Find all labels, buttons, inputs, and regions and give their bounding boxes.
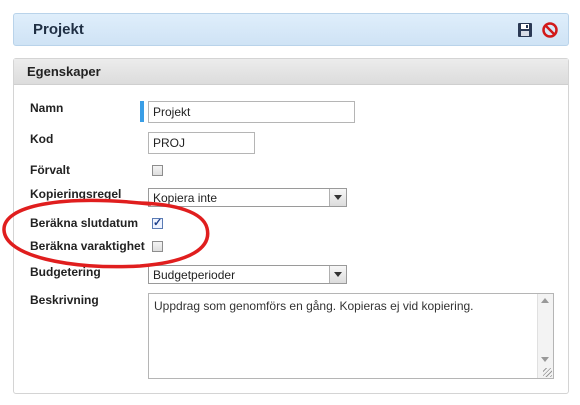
calc-end-date-label: Beräkna slutdatum (30, 216, 139, 230)
copy-rule-label: Kopieringsregel (30, 187, 122, 201)
description-label: Beskrivning (30, 293, 99, 307)
required-marker (140, 101, 144, 122)
panel-title: Egenskaper (27, 64, 101, 79)
panel-header: Egenskaper (14, 59, 568, 85)
textarea-scrollbar[interactable] (537, 294, 553, 378)
name-label: Namn (30, 101, 64, 115)
budgeting-label: Budgetering (30, 265, 101, 279)
calc-duration-label: Beräkna varaktighet (30, 239, 145, 253)
code-input[interactable] (148, 132, 255, 154)
properties-panel: Egenskaper Namn Kod Förvalt Kopieringsre… (13, 58, 569, 394)
copy-rule-value: Kopiera inte (153, 191, 218, 205)
description-textarea[interactable]: Uppdrag som genomförs en gång. Kopieras … (148, 293, 554, 379)
title-bar: Projekt (13, 13, 569, 46)
budgeting-select[interactable]: Budgetperioder (148, 265, 347, 284)
name-input[interactable] (148, 101, 355, 123)
chevron-down-icon[interactable] (329, 266, 346, 283)
resize-grip-icon[interactable] (543, 368, 552, 377)
calc-duration-checkbox[interactable] (152, 241, 163, 252)
default-checkbox[interactable] (152, 165, 163, 176)
default-label: Förvalt (30, 163, 71, 177)
checkmark-icon: ✓ (153, 217, 163, 229)
page-title: Projekt (33, 21, 84, 38)
copy-rule-select[interactable]: Kopiera inte (148, 188, 347, 207)
scroll-down-icon[interactable] (541, 357, 549, 362)
budgeting-value: Budgetperioder (153, 268, 236, 282)
cancel-icon[interactable] (542, 22, 558, 38)
chevron-down-icon[interactable] (329, 189, 346, 206)
description-text: Uppdrag som genomförs en gång. Kopieras … (154, 299, 474, 313)
save-icon[interactable] (517, 22, 533, 38)
scroll-up-icon[interactable] (541, 298, 549, 303)
code-label: Kod (30, 132, 54, 146)
calc-end-date-checkbox[interactable]: ✓ (152, 217, 163, 229)
